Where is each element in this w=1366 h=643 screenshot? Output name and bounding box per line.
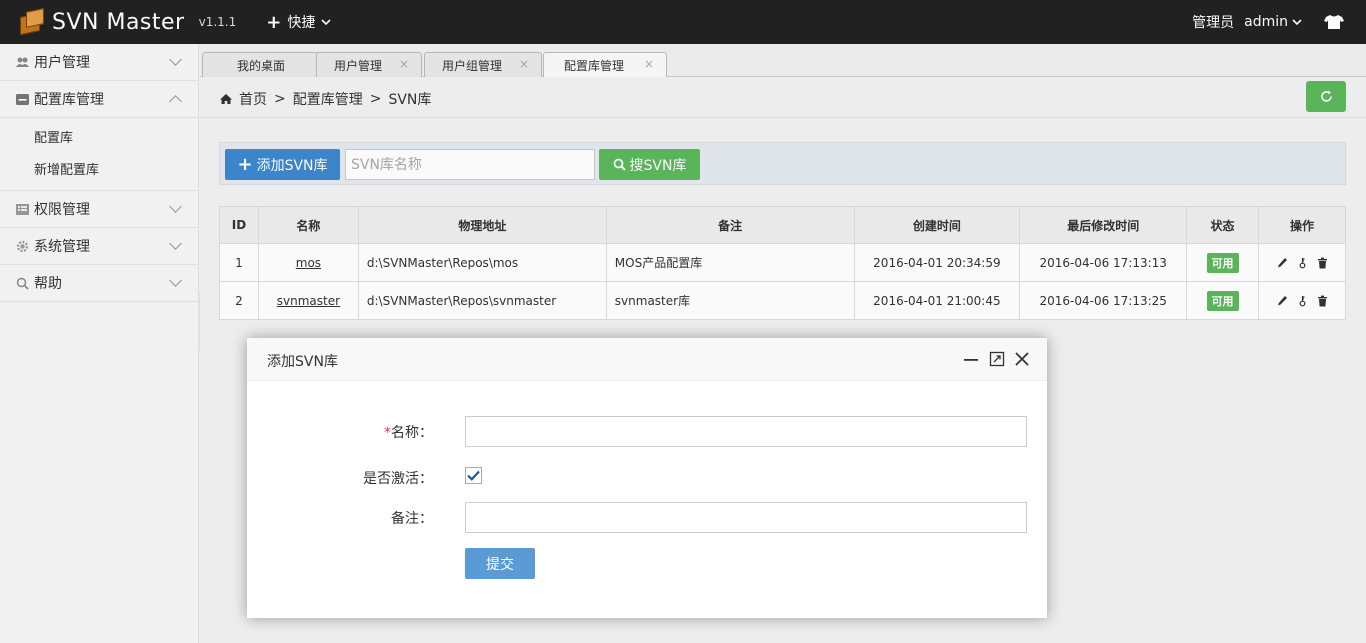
name-field-label: *名称：: [247, 422, 433, 442]
dialog-header: 添加SVN库: [247, 338, 1047, 381]
minimize-icon[interactable]: [963, 351, 979, 367]
submit-button[interactable]: 提交: [465, 548, 535, 579]
name-field[interactable]: [465, 416, 1027, 447]
name-label-text: 名称：: [391, 425, 433, 441]
close-icon[interactable]: [1014, 351, 1030, 367]
checkmark-icon: [467, 470, 480, 481]
add-svn-repo-dialog: 添加SVN库 *名称： 是否激活： 备注： 提交: [247, 338, 1047, 618]
note-field[interactable]: [465, 502, 1027, 533]
maximize-icon[interactable]: [989, 351, 1005, 367]
dialog-title: 添加SVN库: [267, 354, 338, 370]
note-field-label: 备注：: [391, 511, 433, 527]
active-checkbox[interactable]: [465, 467, 482, 484]
active-field-label: 是否激活：: [363, 471, 433, 487]
required-mark: *: [384, 425, 391, 441]
